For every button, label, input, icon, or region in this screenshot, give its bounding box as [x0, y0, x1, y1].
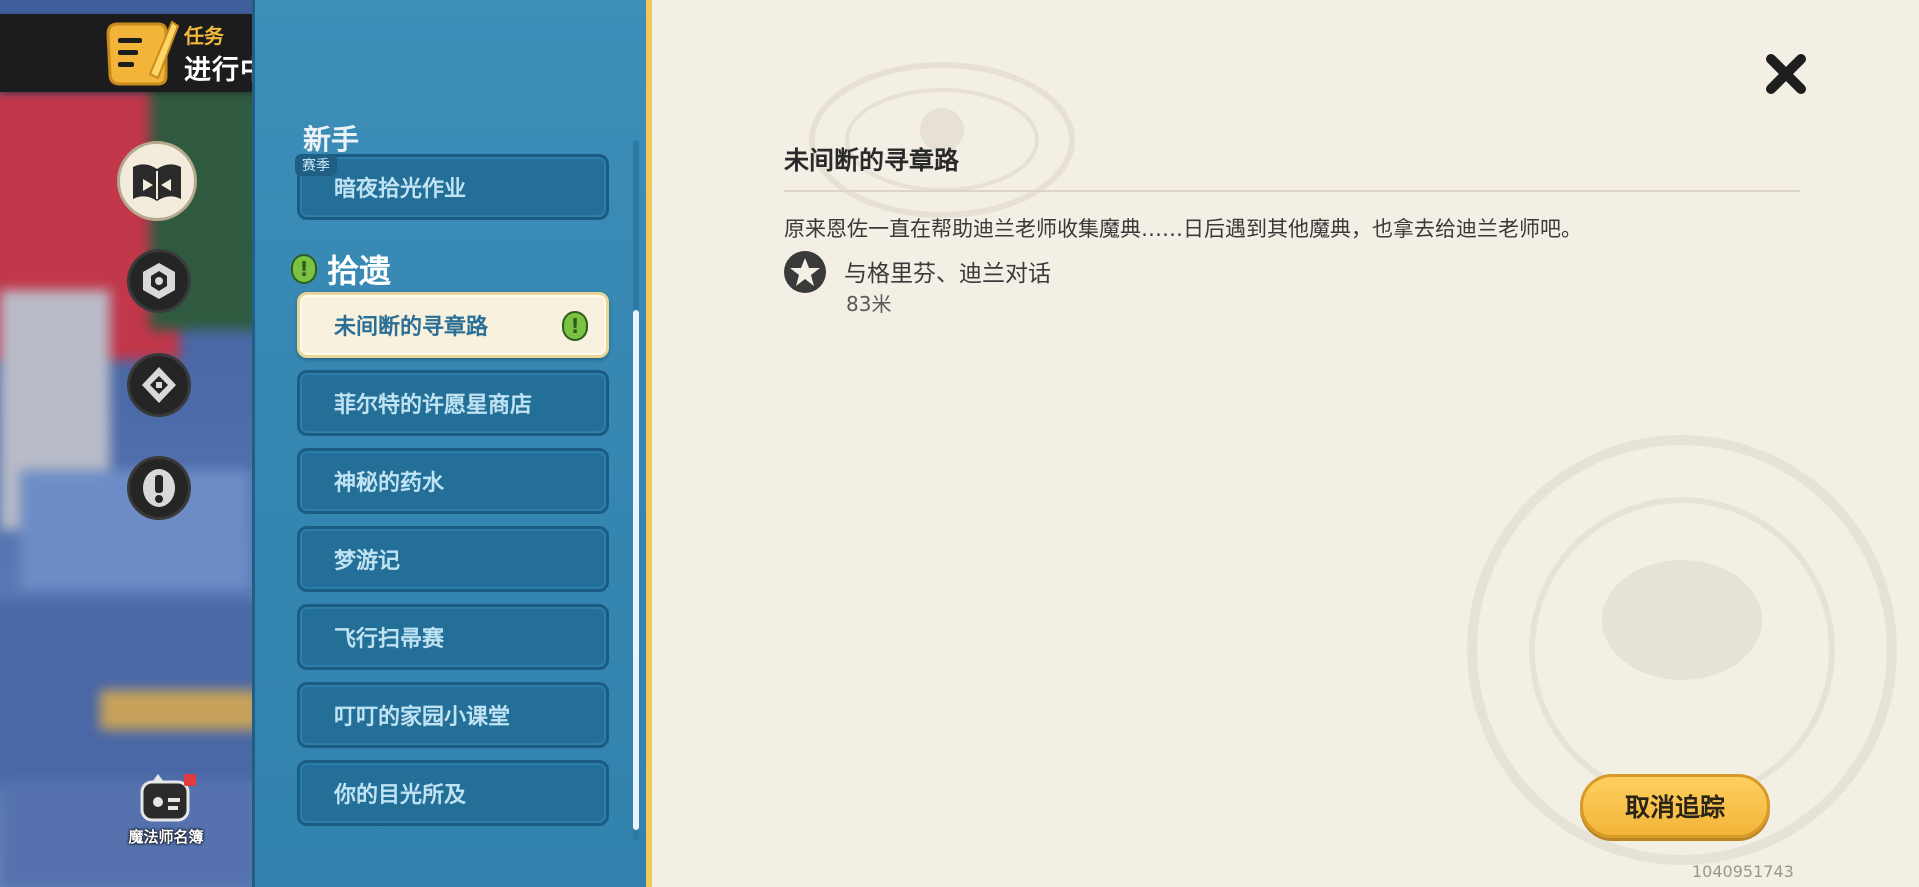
quest-detail-panel: 未间断的寻章路 原来恩佐一直在帮助迪兰老师收集魔典……日后遇到其他魔典，也拿去给…	[652, 0, 1919, 887]
quest-item-label: 菲尔特的许愿星商店	[334, 393, 533, 418]
quest-description: 原来恩佐一直在帮助迪兰老师收集魔典……日后遇到其他魔典，也拿去给迪兰老师吧。	[784, 217, 1582, 241]
quest-item-active[interactable]: 未间断的寻章路 !	[297, 292, 609, 358]
quest-item[interactable]: 菲尔特的许愿星商店	[297, 370, 609, 436]
close-icon	[1766, 54, 1806, 94]
game-background	[0, 0, 252, 887]
close-button[interactable]	[1758, 46, 1814, 102]
nav-misc-button[interactable]	[127, 456, 191, 520]
quest-item-label: 飞行扫帚赛	[334, 627, 445, 652]
quest-title: 未间断的寻章路	[784, 146, 960, 175]
quest-item-dark-night[interactable]: 暗夜拾光作业	[297, 154, 609, 220]
quest-item[interactable]: 叮叮的家园小课堂	[297, 682, 609, 748]
book-icon	[133, 164, 181, 201]
hexagon-badge-icon	[143, 263, 175, 299]
quest-item-label: 未间断的寻章路	[334, 315, 489, 340]
quest-item-label: 梦游记	[334, 549, 401, 574]
nav-skill-button[interactable]	[127, 249, 191, 313]
quest-item-label: 你的目光所及	[334, 783, 467, 808]
quest-list-panel: 新手 赛季 暗夜拾光作业 ! 拾遗 未间断的寻章路 ! 菲尔特的许愿星商店 神秘…	[252, 0, 652, 887]
mage-roster-button[interactable]: 魔法师名簿	[116, 772, 216, 852]
quest-item[interactable]: 神秘的药水	[297, 448, 609, 514]
exclamation-icon: !	[291, 254, 317, 284]
title-divider	[784, 190, 1800, 192]
objective-text: 与格里芬、迪兰对话	[844, 261, 1051, 287]
nav-codex-button[interactable]	[117, 141, 197, 221]
objective-distance: 83米	[846, 292, 892, 316]
quest-scroll-icon	[106, 20, 180, 86]
nav-achievement-button[interactable]	[127, 353, 191, 417]
mage-roster-icon	[140, 774, 196, 822]
diamond-badge-icon	[142, 367, 176, 403]
season-tag: 赛季	[295, 154, 337, 176]
quest-item[interactable]: 你的目光所及	[297, 760, 609, 826]
banner-title: 任务	[184, 24, 224, 48]
untrack-button[interactable]: 取消追踪	[1580, 774, 1770, 838]
exclamation-icon	[143, 469, 175, 507]
list-scrollbar-thumb[interactable]	[633, 310, 639, 830]
mage-roster-label: 魔法师名簿	[128, 828, 204, 846]
quest-item[interactable]: 梦游记	[297, 526, 609, 592]
exclamation-icon: !	[562, 311, 588, 341]
uid-label: 1040951743	[1692, 862, 1794, 881]
quest-item[interactable]: 飞行扫帚赛	[297, 604, 609, 670]
misc-section-header: ! 拾遗	[291, 246, 391, 292]
quest-item-label: 神秘的药水	[334, 471, 445, 496]
misc-section-label: 拾遗	[327, 252, 392, 290]
star-icon	[784, 251, 826, 293]
quest-item-label: 叮叮的家园小课堂	[334, 705, 511, 730]
season-section-header: 新手	[303, 123, 360, 156]
emblem-watermark-icon	[809, 62, 1075, 218]
quest-item-label: 暗夜拾光作业	[334, 177, 467, 202]
